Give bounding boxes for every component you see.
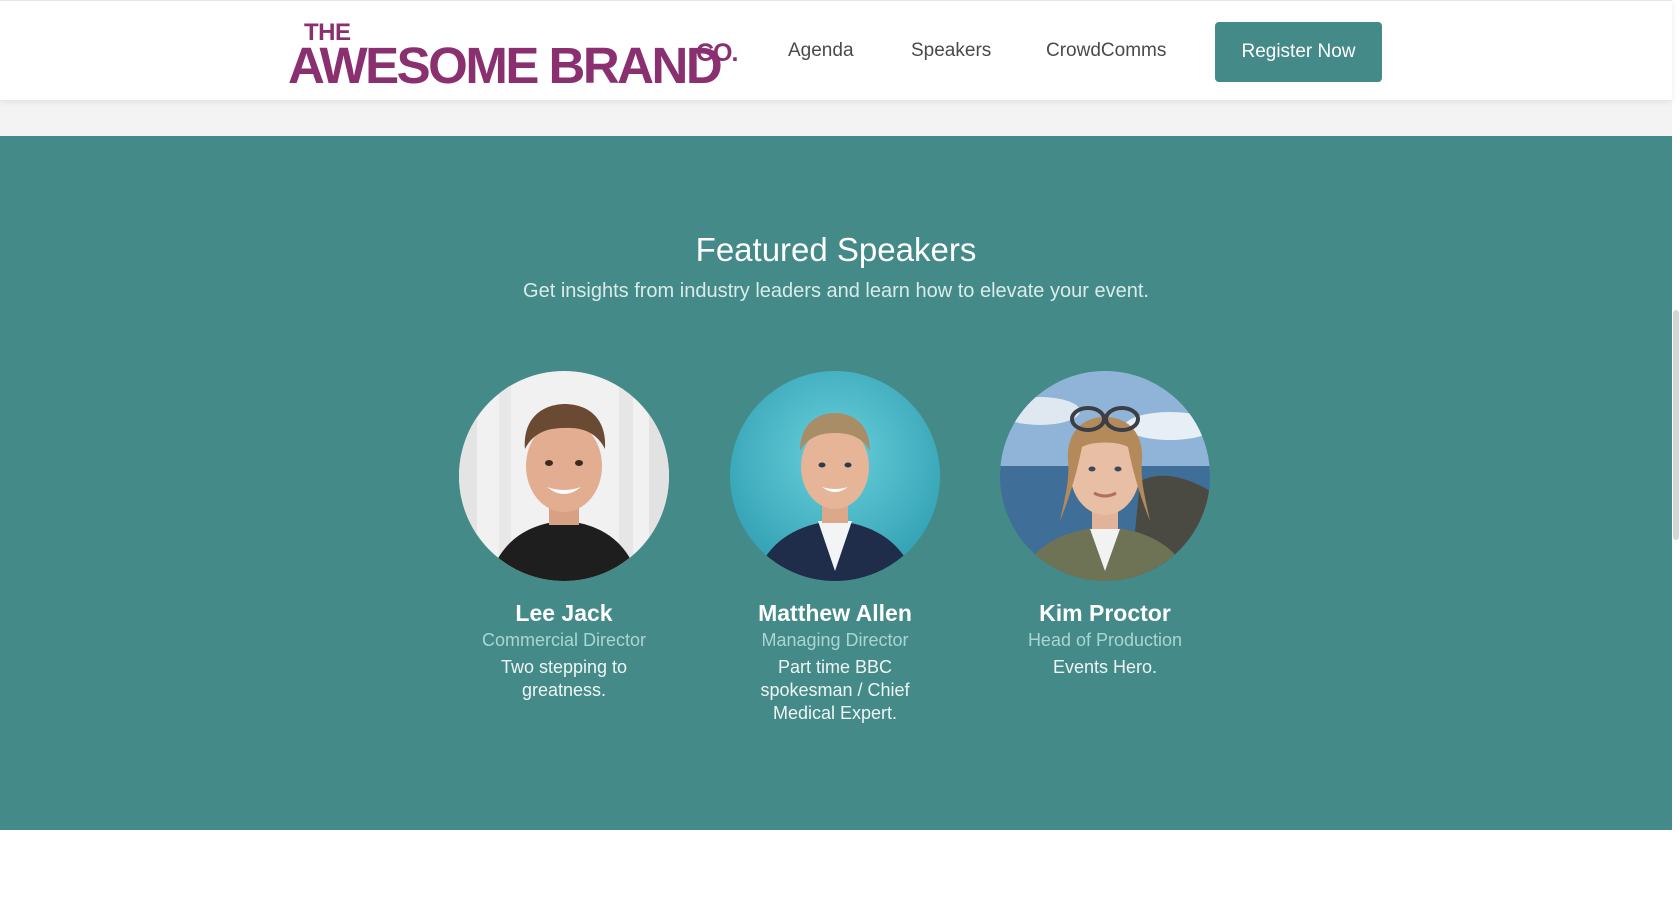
site-header: THE AWESOME BRAND CO. Agenda Speakers Cr… — [0, 0, 1672, 100]
speaker-photo-kim-proctor — [1000, 371, 1210, 581]
section-spacer — [0, 100, 1672, 136]
speaker-avatar — [1000, 371, 1210, 581]
speaker-name: Matthew Allen — [758, 600, 912, 626]
speaker-name: Lee Jack — [515, 600, 613, 626]
speaker-avatar — [459, 371, 669, 581]
speaker-role: Head of Production — [1027, 630, 1183, 650]
brand-logo[interactable]: THE AWESOME BRAND CO. — [288, 21, 738, 93]
speaker-card-matthew-allen[interactable]: Matthew Allen Managing Director Part tim… — [730, 371, 940, 725]
speaker-name: Kim Proctor — [1039, 600, 1171, 626]
speaker-photo-lee-jack — [459, 371, 669, 581]
speaker-bio: Two stepping to greatness. — [500, 657, 628, 700]
logo-co-text: CO. — [696, 39, 738, 67]
featured-speakers-section: Featured Speakers Get insights from indu… — [0, 136, 1672, 830]
nav-crowdcomms-link[interactable]: CrowdComms — [1046, 39, 1166, 63]
speaker-card-kim-proctor[interactable]: Kim Proctor Head of Production Events He… — [1000, 371, 1210, 679]
section-title: Featured Speakers — [695, 231, 977, 268]
section-subtitle: Get insights from industry leaders and l… — [523, 280, 1149, 302]
nav-agenda-link[interactable]: Agenda — [788, 39, 854, 63]
speaker-role: Managing Director — [761, 630, 909, 650]
nav-speakers-link[interactable]: Speakers — [911, 39, 991, 63]
speaker-avatar — [730, 371, 940, 581]
logo-main-text: AWESOME BRAND — [288, 37, 723, 94]
register-now-button[interactable]: Register Now — [1215, 22, 1382, 82]
speaker-bio: Part time BBC spokesman / Chief Medical … — [760, 657, 910, 723]
speaker-photo-matthew-allen — [730, 371, 940, 581]
speaker-bio: Events Hero. — [1052, 657, 1158, 677]
speaker-card-lee-jack[interactable]: Lee Jack Commercial Director Two steppin… — [459, 371, 669, 702]
scrollbar-thumb[interactable] — [1673, 310, 1679, 540]
speaker-role: Commercial Director — [481, 630, 647, 650]
